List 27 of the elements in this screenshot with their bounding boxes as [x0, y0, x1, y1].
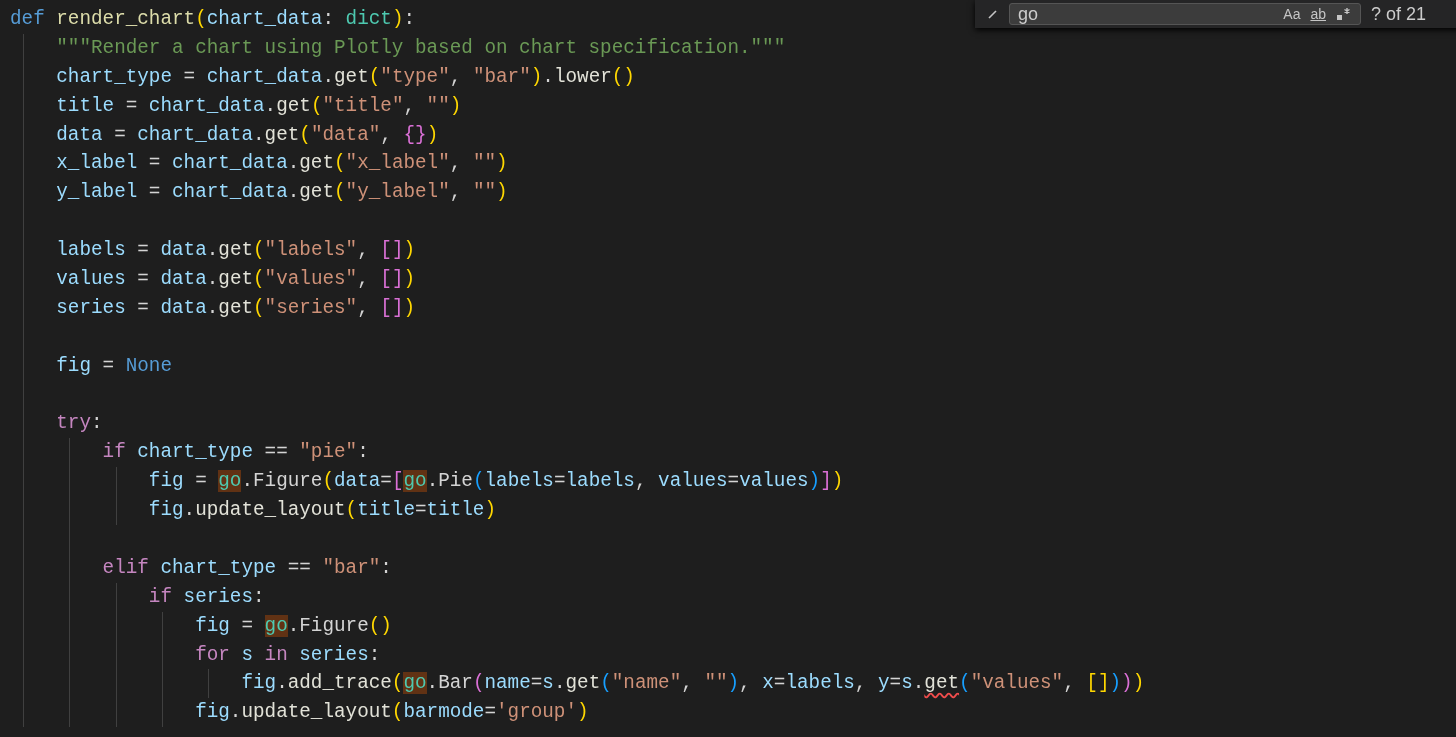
regex-icon[interactable] [1336, 7, 1352, 21]
search-field[interactable]: go Aa ab [1009, 3, 1361, 25]
code-line: labels = data.get("labels", []) [55, 238, 416, 264]
code-line: y_label = chart_data.get("y_label", "") [55, 180, 508, 206]
match-case-toggle[interactable]: Aa [1283, 6, 1301, 22]
match-count: ? of 21 [1371, 3, 1427, 25]
code-line: fig = go.Figure() [194, 613, 392, 639]
code-line: x_label = chart_data.get("x_label", "") [55, 151, 508, 177]
code-line: """Render a chart using Plotly based on chart specification.""" [55, 35, 786, 61]
code-line: chart_type = chart_data.get("type", "bar").lower() [55, 64, 635, 90]
code-line: fig.update_layout(title=title) [147, 498, 496, 524]
code-line: for s in series: [194, 642, 381, 668]
code-line: try: [55, 411, 103, 437]
code-line: fig = go.Figure(data=[go.Pie(labels=labels, values=values)]) [147, 469, 844, 495]
code-line: if series: [147, 584, 265, 610]
code-line: if chart_type == "pie": [101, 440, 369, 466]
whole-word-toggle[interactable]: ab [1310, 6, 1326, 22]
code-line: def render_chart(chart_data: dict): [10, 7, 416, 32]
code-line: elif chart_type == "bar": [101, 555, 392, 581]
code-line: data = chart_data.get("data", {}) [55, 122, 439, 148]
code-line: fig.add_trace(go.Bar(name=s.get("name", ""), x=labels, y=s.get("values", []))) [240, 671, 1145, 697]
code-line: series = data.get("series", []) [55, 295, 416, 321]
code-line: title = chart_data.get("title", "") [55, 93, 462, 119]
code-line: fig.update_layout(barmode='group') [194, 700, 589, 726]
code-line: values = data.get("values", []) [55, 267, 416, 292]
code-line: fig = None [55, 353, 172, 379]
chevron-icon[interactable] [987, 9, 999, 19]
